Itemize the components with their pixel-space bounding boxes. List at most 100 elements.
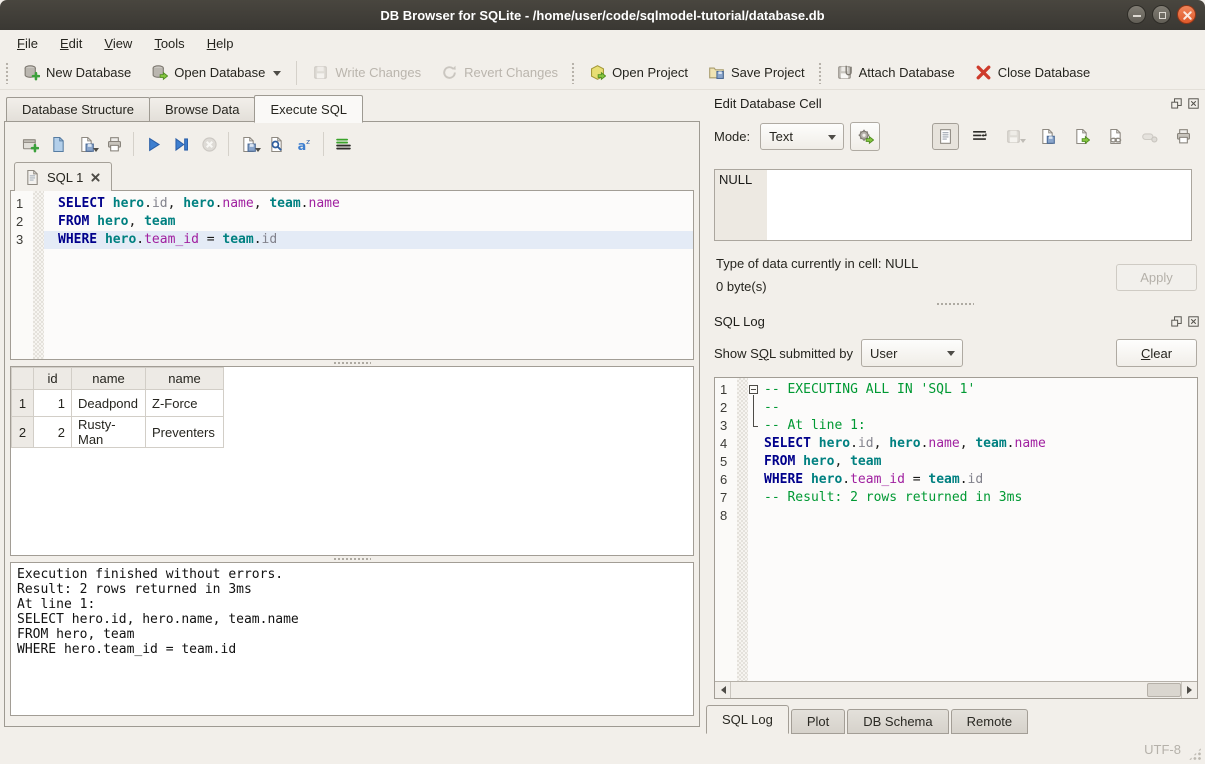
code-line: FROM hero, team: [44, 213, 693, 231]
splitter-handle[interactable]: [10, 556, 694, 562]
open-database-button[interactable]: Open Database: [141, 59, 291, 86]
column-header-name[interactable]: name: [146, 368, 224, 390]
word-wrap-button[interactable]: [966, 123, 993, 150]
results-grid[interactable]: idnamename11DeadpondZ-Force22Rusty-ManPr…: [11, 367, 224, 448]
sql-log-view[interactable]: 12345678 -- EXECUTING ALL IN 'SQL 1'----…: [714, 377, 1198, 699]
dropdown-arrow-icon[interactable]: [1020, 139, 1026, 146]
minimize-button[interactable]: [1127, 5, 1146, 24]
mode-select[interactable]: Text: [760, 123, 844, 150]
cell[interactable]: Deadpond: [72, 390, 146, 417]
scroll-left-button[interactable]: [715, 682, 731, 698]
fold-margin: [748, 507, 762, 525]
text-document-button[interactable]: [932, 123, 959, 150]
cell[interactable]: Rusty-Man: [72, 417, 146, 448]
scroll-right-button[interactable]: [1181, 682, 1197, 698]
save-sql-file-button[interactable]: [72, 131, 100, 157]
row-header[interactable]: 1: [12, 390, 34, 417]
column-header-name[interactable]: name: [72, 368, 146, 390]
token: .: [301, 196, 309, 211]
auto-apply-button[interactable]: [850, 122, 880, 151]
execute-all-button[interactable]: [139, 131, 167, 157]
execute-line-button[interactable]: [167, 131, 195, 157]
tab-execute-sql[interactable]: Execute SQL: [254, 95, 363, 123]
new-tab-icon: [22, 136, 39, 153]
token: .: [144, 196, 152, 211]
print-cell-button[interactable]: [1170, 123, 1197, 150]
dropdown-arrow-icon[interactable]: [255, 148, 261, 155]
fold-marker-icon[interactable]: [748, 417, 762, 435]
menu-edit[interactable]: Edit: [49, 33, 93, 54]
open-in-browser-icon: [1107, 128, 1124, 145]
cell[interactable]: Preventers: [146, 417, 224, 448]
corner-header[interactable]: [12, 368, 34, 390]
open-in-browser-button[interactable]: [1102, 123, 1129, 150]
window-titlebar[interactable]: DB Browser for SQLite - /home/user/code/…: [0, 0, 1205, 30]
wrap-lines-button[interactable]: [329, 131, 357, 157]
tab-browse-data[interactable]: Browse Data: [149, 97, 255, 122]
token: hero: [113, 196, 144, 211]
dock-tab-plot[interactable]: Plot: [791, 709, 845, 734]
code-line: SELECT hero.id, hero.name, team.name: [44, 195, 693, 213]
close-panel-icon[interactable]: [1187, 315, 1200, 328]
cell-value-editor[interactable]: NULL: [714, 169, 1192, 241]
menu-tools[interactable]: Tools: [143, 33, 195, 54]
clear-button[interactable]: Clear: [1116, 339, 1197, 367]
dropdown-arrow-icon[interactable]: [93, 148, 99, 155]
close-panel-icon[interactable]: [1187, 97, 1200, 110]
edit-cell-title: Edit Database Cell: [714, 96, 1166, 111]
new-tab-button[interactable]: [16, 131, 44, 157]
save-results-button[interactable]: [234, 131, 262, 157]
open-sql-file-button[interactable]: [44, 131, 72, 157]
row-header[interactable]: 2: [12, 417, 34, 448]
dropdown-arrow-icon[interactable]: [273, 71, 281, 80]
column-header-id[interactable]: id: [34, 368, 72, 390]
print-sql-button[interactable]: [100, 131, 128, 157]
line-number: 1: [11, 195, 33, 213]
export-cell-button[interactable]: [1068, 123, 1095, 150]
scrollbar-track[interactable]: [731, 682, 1181, 698]
open-project-button[interactable]: Open Project: [579, 59, 698, 86]
scrollbar-thumb[interactable]: [1147, 683, 1181, 697]
mode-value: Text: [769, 129, 793, 144]
new-database-button[interactable]: New Database: [13, 59, 141, 86]
float-panel-icon[interactable]: [1170, 315, 1183, 328]
sql-log-header: SQL Log: [714, 311, 1200, 331]
log-text: -- At line 1:: [762, 417, 866, 435]
tab-database-structure[interactable]: Database Structure: [6, 97, 150, 122]
save-project-button[interactable]: Save Project: [698, 59, 815, 86]
close-tab-icon[interactable]: [89, 171, 102, 184]
submitter-select[interactable]: User: [861, 339, 963, 367]
sql-log-title: SQL Log: [714, 314, 1166, 329]
cell[interactable]: Z-Force: [146, 390, 224, 417]
toolbar-separator: [323, 132, 324, 156]
token: .: [254, 232, 262, 247]
dock-tab-remote[interactable]: Remote: [951, 709, 1029, 734]
menu-help[interactable]: Help: [196, 33, 245, 54]
splitter-handle[interactable]: [935, 301, 975, 307]
menu-file[interactable]: File: [6, 33, 49, 54]
close-database-button[interactable]: Close Database: [965, 59, 1101, 86]
find-button[interactable]: [262, 131, 290, 157]
cell[interactable]: 1: [34, 390, 72, 417]
menu-view[interactable]: View: [93, 33, 143, 54]
resize-grip[interactable]: [1188, 747, 1202, 761]
fold-marker-icon[interactable]: [748, 399, 762, 417]
horizontal-scrollbar[interactable]: [715, 681, 1197, 698]
close-button[interactable]: [1177, 5, 1196, 24]
maximize-button[interactable]: [1152, 5, 1171, 24]
fold-marker-icon[interactable]: [748, 381, 762, 399]
apply-button[interactable]: Apply: [1116, 264, 1197, 291]
sql-tab-bar: SQL 1: [10, 160, 694, 190]
float-panel-icon[interactable]: [1170, 97, 1183, 110]
dock-tab-sql-log[interactable]: SQL Log: [706, 705, 789, 734]
attach-database-button[interactable]: Attach Database: [826, 59, 965, 86]
sql-editor[interactable]: 123 SELECT hero.id, hero.name, team.name…: [10, 190, 694, 360]
dock-tab-db-schema[interactable]: DB Schema: [847, 709, 948, 734]
cell[interactable]: 2: [34, 417, 72, 448]
import-cell-button[interactable]: [1034, 123, 1061, 150]
execute-line-icon: [173, 136, 190, 153]
sql-editor-tab[interactable]: SQL 1: [14, 162, 112, 191]
format-sql-icon: az: [296, 136, 313, 153]
format-sql-button[interactable]: az: [290, 131, 318, 157]
text-document-icon: [937, 128, 954, 145]
